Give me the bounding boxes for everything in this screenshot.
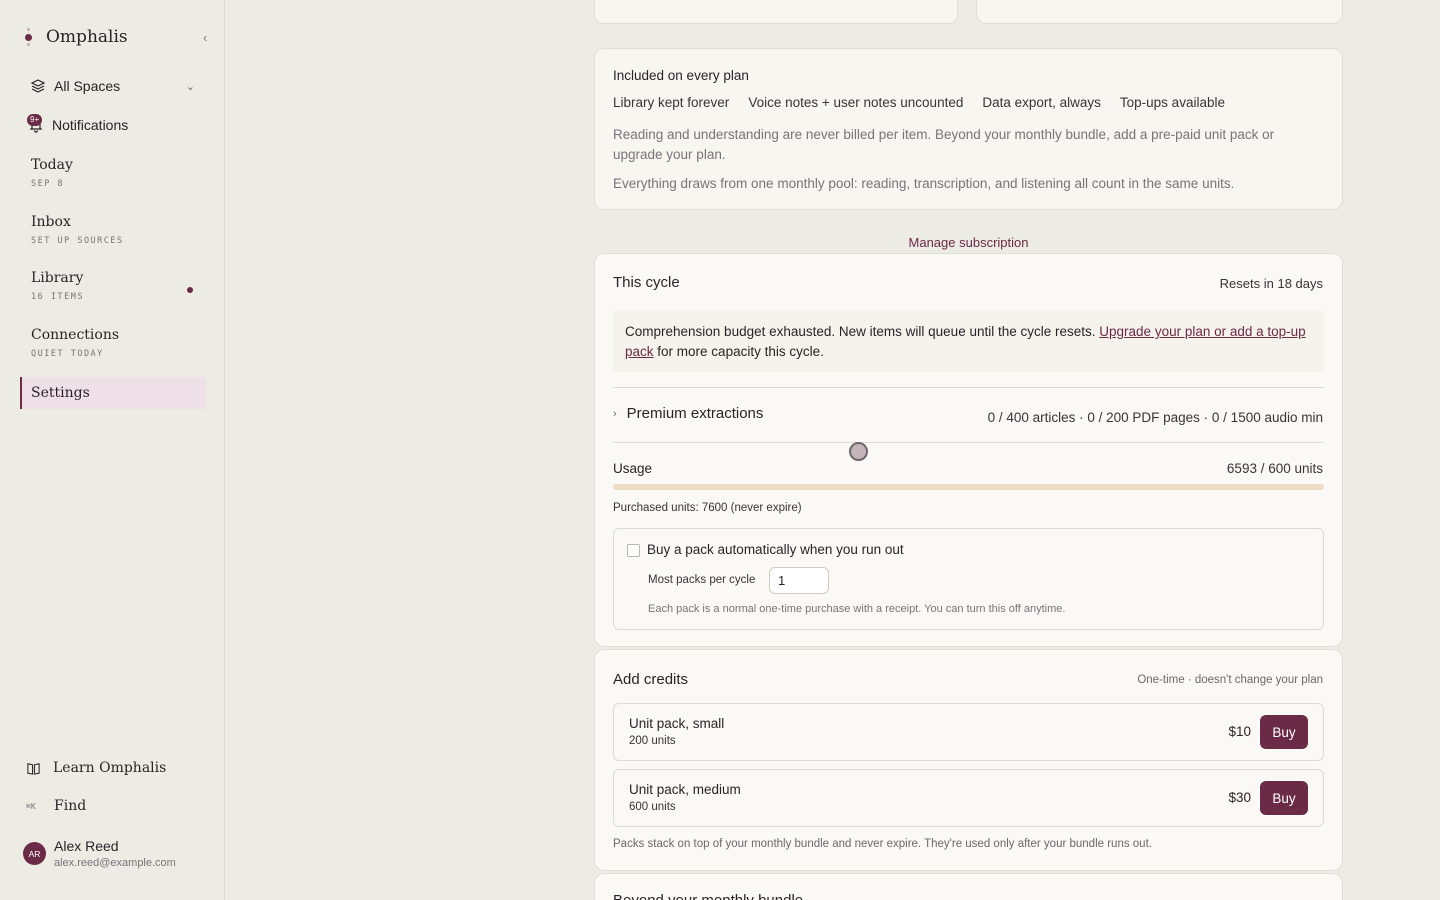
included-card: Included on every plan Library kept fore…: [594, 48, 1343, 210]
learn-label: Learn Omphalis: [53, 760, 167, 776]
feature-item: Voice notes + user notes uncounted: [748, 95, 964, 110]
sidebar-item-library[interactable]: Library 16 ITEMS: [20, 270, 206, 302]
nav-sub: SET UP SOURCES: [31, 236, 124, 246]
purchased-units: Purchased units: 7600 (never expire): [613, 502, 802, 514]
add-credits-card: Add credits One-time · doesn't change yo…: [594, 649, 1343, 871]
spaces-selector[interactable]: All Spaces ⌄: [30, 78, 195, 94]
alert-text: Comprehension budget exhausted. New item…: [625, 324, 1096, 339]
premium-label: Premium extractions: [626, 405, 764, 422]
feature-item: Data export, always: [982, 95, 1101, 110]
nav-sub: QUIET TODAY: [31, 349, 104, 359]
pack-name: Unit pack, medium: [629, 782, 741, 797]
plan-card-stub: [976, 0, 1343, 24]
pack-price: $30: [1228, 790, 1251, 805]
logo-icon: [20, 26, 36, 48]
nav-title: Inbox: [31, 214, 71, 230]
layers-icon: [30, 79, 46, 93]
user-name: Alex Reed: [54, 838, 119, 854]
beyond-title: Beyond your monthly bundle: [613, 892, 803, 900]
usage-label: Usage: [613, 461, 653, 476]
notifications-item[interactable]: 9+ Notifications: [27, 114, 129, 133]
divider: [613, 387, 1324, 388]
nav-sub: SEP 8: [31, 179, 65, 189]
auto-buy-label: Buy a pack automatically when you run ou…: [647, 542, 904, 557]
credits-subtitle: One-time · doesn't change your plan: [1137, 674, 1323, 686]
usage-progress-fill: [613, 484, 1324, 490]
premium-extractions-toggle[interactable]: › Premium extractions: [613, 405, 763, 422]
find-link[interactable]: ⌘K Find: [26, 798, 86, 814]
pack-units: 200 units: [629, 735, 676, 747]
max-packs-label: Most packs per cycle: [648, 574, 756, 586]
user-email: alex.reed@example.com: [54, 857, 176, 869]
sidebar-item-connections[interactable]: Connections QUIET TODAY: [20, 327, 206, 359]
sidebar-item-inbox[interactable]: Inbox SET UP SOURCES: [20, 214, 206, 246]
divider: [613, 442, 1324, 443]
pack-price: $10: [1228, 724, 1251, 739]
pack-row-medium: Unit pack, medium 600 units $30 Buy: [613, 769, 1324, 827]
user-profile[interactable]: AR Alex Reed alex.reed@example.com: [23, 838, 176, 869]
nav-title: Settings: [31, 385, 90, 401]
brand-name: Omphalis: [46, 27, 128, 47]
nav-title: Today: [31, 157, 73, 173]
cycle-title: This cycle: [613, 274, 680, 291]
notifications-label: Notifications: [52, 117, 129, 133]
chevron-right-icon: ›: [613, 407, 617, 420]
beyond-bundle-card: Beyond your monthly bundle: [594, 873, 1343, 900]
cycle-card: This cycle Resets in 18 days Comprehensi…: [594, 253, 1343, 647]
max-packs-input[interactable]: [769, 567, 829, 594]
brand[interactable]: Omphalis: [20, 26, 128, 48]
nav-sub: 16 ITEMS: [31, 292, 84, 302]
bell-icon: 9+: [27, 114, 44, 133]
nav-title: Connections: [31, 327, 120, 343]
pack-units: 600 units: [629, 801, 676, 813]
credits-title: Add credits: [613, 671, 689, 688]
book-icon: [27, 762, 40, 775]
usage-progress-bar: [613, 484, 1324, 490]
pack-row-small: Unit pack, small 200 units $10 Buy: [613, 703, 1324, 761]
notification-badge: 9+: [27, 114, 43, 126]
buy-button[interactable]: Buy: [1260, 781, 1308, 815]
included-title: Included on every plan: [613, 68, 749, 83]
slider-handle[interactable]: [849, 442, 868, 461]
included-description: Reading and understanding are never bill…: [613, 127, 1275, 162]
budget-alert: Comprehension budget exhausted. New item…: [613, 310, 1324, 372]
sidebar: Omphalis ‹ All Spaces ⌄ 9+ Notifications…: [0, 0, 225, 900]
included-features: Library kept forever Voice notes + user …: [613, 95, 1225, 110]
usage-value: 6593 / 600 units: [1226, 461, 1323, 476]
avatar: AR: [23, 842, 46, 865]
nav-title: Library: [31, 270, 84, 286]
auto-buy-note: Each pack is a normal one-time purchase …: [648, 603, 1066, 615]
collapse-sidebar-icon[interactable]: ‹: [203, 30, 207, 45]
premium-stats: 0 / 400 articles · 0 / 200 PDF pages · 0…: [987, 410, 1323, 425]
spaces-label: All Spaces: [54, 78, 121, 94]
auto-buy-checkbox[interactable]: [627, 544, 640, 557]
feature-item: Library kept forever: [613, 95, 730, 110]
find-label: Find: [54, 798, 87, 814]
cycle-reset: Resets in 18 days: [1219, 276, 1323, 291]
sidebar-item-settings[interactable]: Settings: [20, 377, 206, 409]
shortcut-hint: ⌘K: [26, 801, 36, 811]
credits-note: Packs stack on top of your monthly bundl…: [613, 838, 1152, 850]
unread-dot: [187, 287, 193, 293]
auto-buy-panel: Buy a pack automatically when you run ou…: [613, 528, 1324, 630]
learn-link[interactable]: Learn Omphalis: [26, 760, 166, 776]
plan-card-stub: [594, 0, 958, 24]
chevron-down-icon: ⌄: [185, 80, 195, 93]
pack-name: Unit pack, small: [629, 716, 725, 731]
feature-item: Top-ups available: [1119, 95, 1225, 110]
sidebar-item-today[interactable]: Today SEP 8: [20, 157, 206, 189]
buy-button[interactable]: Buy: [1260, 715, 1308, 749]
manage-subscription-link[interactable]: Manage subscription: [594, 235, 1343, 250]
included-pool-note: Everything draws from one monthly pool: …: [613, 176, 1235, 191]
alert-tail: for more capacity this cycle.: [657, 343, 824, 359]
